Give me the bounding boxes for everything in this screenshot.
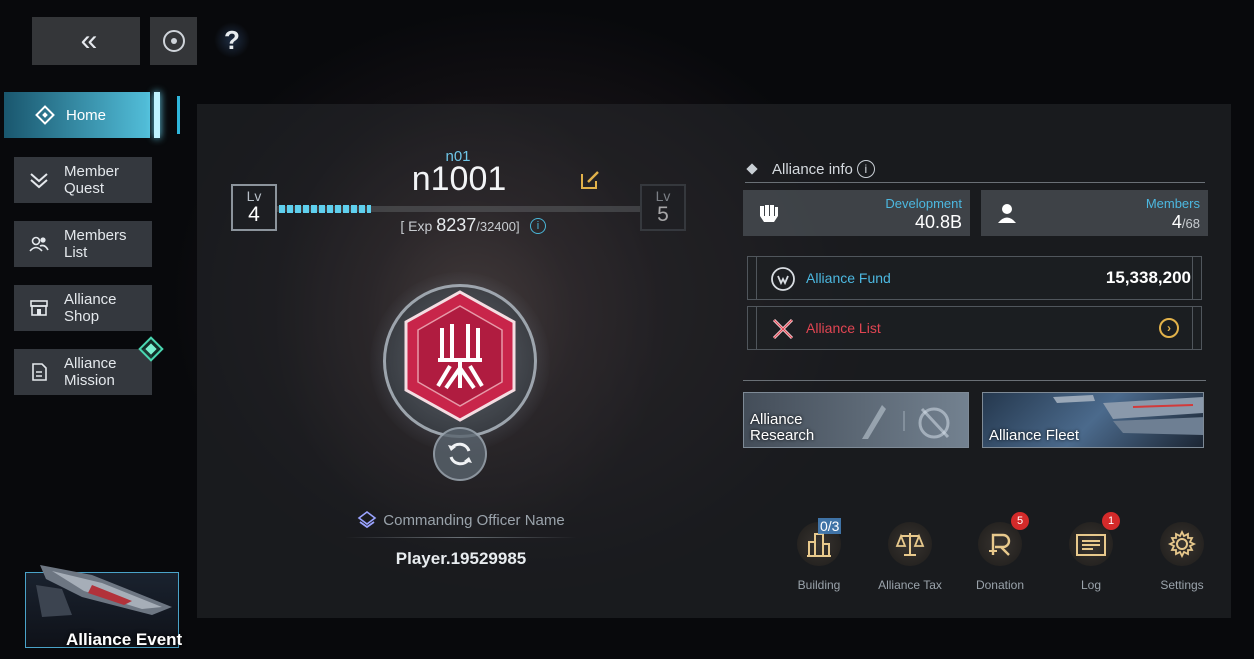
- fist-icon: [760, 205, 778, 222]
- exp-max: /32400]: [476, 219, 520, 234]
- sidebar-item-members-list[interactable]: Members List: [14, 221, 152, 267]
- alliance-research-label: Alliance Research: [750, 411, 815, 444]
- building-count: 0/3: [818, 518, 842, 534]
- document-icon: [14, 362, 64, 382]
- sidebar-item-label: Home: [66, 106, 107, 124]
- crossed-swords-icon: [772, 318, 794, 340]
- level-label: Lv: [655, 188, 671, 204]
- divider: [345, 537, 577, 538]
- members-label: Members: [1145, 196, 1200, 211]
- exp-info-icon[interactable]: i: [530, 218, 546, 234]
- members-value: 4/68: [1171, 212, 1200, 232]
- sidebar-item-member-quest[interactable]: Member Quest: [14, 157, 152, 203]
- development-label: Development: [885, 196, 962, 211]
- exp-current: 8237: [436, 215, 477, 235]
- exp-text: [ Exp 8237/32400]: [370, 215, 550, 236]
- building-label: Building: [797, 578, 841, 592]
- refresh-icon: [448, 442, 472, 466]
- alliance-fleet-label: Alliance Fleet: [989, 427, 1080, 444]
- sidebar-item-label: Member Quest: [64, 163, 120, 197]
- development-value: 40.8B: [914, 212, 962, 232]
- alliance-tax-button[interactable]: Alliance Tax: [875, 522, 945, 592]
- current-level-box: Lv 4: [231, 184, 277, 231]
- next-level: 5: [657, 203, 669, 226]
- alliance-fund-label: Alliance Fund: [806, 270, 891, 286]
- donation-badge: 5: [1011, 512, 1029, 530]
- current-level: 4: [248, 203, 260, 226]
- alliance-fund-row[interactable]: Alliance Fund 15,338,200: [747, 256, 1202, 300]
- alliance-name: n1001: [411, 160, 507, 198]
- settings-label: Settings: [1160, 578, 1204, 592]
- donation-icon: [989, 533, 1011, 556]
- change-emblem-button[interactable]: [433, 427, 487, 481]
- active-indicator-line: [177, 96, 180, 134]
- arrow-right-icon[interactable]: ›: [1159, 318, 1179, 338]
- donation-label: Donation: [975, 578, 1025, 592]
- research-icon: [862, 405, 950, 439]
- next-level-box: Lv 5: [640, 184, 686, 231]
- double-chevron-left-icon: «: [80, 24, 98, 57]
- alliance-list-label: Alliance List: [806, 320, 881, 336]
- edit-icon[interactable]: [578, 168, 602, 192]
- commanding-officer-label: Commanding Officer Name: [345, 510, 577, 530]
- rank-chevron-icon: [357, 511, 377, 529]
- target-icon: [162, 30, 185, 52]
- alliance-fund-value: 15,338,200: [1105, 268, 1191, 287]
- sidebar-item-label: Alliance Shop: [64, 291, 117, 325]
- log-icon: [1076, 534, 1106, 556]
- alliance-fleet-card[interactable]: Alliance Fleet: [982, 392, 1204, 448]
- divider: [743, 380, 1206, 381]
- bullet-icon: [746, 163, 758, 175]
- scales-icon: [895, 533, 925, 556]
- exp-prefix: [ Exp: [400, 218, 437, 234]
- development-stat: Development 40.8B: [743, 190, 970, 236]
- alliance-research-card[interactable]: Alliance Research: [743, 392, 969, 448]
- building-icon: [807, 533, 831, 557]
- shop-icon: [14, 299, 64, 317]
- building-button[interactable]: 0/3 Building: [784, 518, 854, 592]
- question-icon: ?: [224, 24, 240, 55]
- sidebar-item-label: Members List: [64, 227, 127, 261]
- back-button[interactable]: «: [32, 17, 140, 65]
- chevrons-down-icon: [14, 171, 64, 189]
- sidebar-item-alliance-shop[interactable]: Alliance Shop: [14, 285, 152, 331]
- level-label: Lv: [246, 188, 262, 204]
- level-progress-fill: [279, 205, 371, 213]
- fund-icon: [771, 267, 795, 291]
- gear-icon: [1167, 529, 1197, 559]
- log-label: Log: [1080, 578, 1102, 592]
- alliance-tax-label: Alliance Tax: [878, 578, 942, 592]
- log-badge: 1: [1102, 512, 1120, 530]
- divider: [745, 182, 1205, 183]
- sidebar-item-home[interactable]: Home: [4, 92, 180, 138]
- info-icon[interactable]: i: [856, 160, 875, 178]
- person-icon: [998, 204, 1016, 223]
- sidebar-item-label: Alliance Mission: [64, 355, 117, 389]
- help-button[interactable]: ?: [214, 22, 250, 58]
- spaceship-icon: [36, 565, 172, 617]
- alliance-info-heading: Alliance info i: [746, 160, 875, 178]
- settings-button[interactable]: Settings: [1147, 522, 1217, 592]
- commanding-officer-name[interactable]: Player.19529985: [345, 549, 577, 569]
- active-indicator: [154, 92, 160, 138]
- alliance-list-row[interactable]: Alliance List ›: [747, 306, 1202, 350]
- diamond-icon: [35, 105, 55, 125]
- members-stat: Members 4/68: [981, 190, 1208, 236]
- users-icon: [14, 235, 64, 253]
- alliance-event-label: Alliance Event: [66, 630, 183, 649]
- sidebar-item-alliance-mission[interactable]: Alliance Mission: [14, 349, 152, 395]
- log-button[interactable]: 1 Log: [1056, 512, 1126, 592]
- donation-button[interactable]: 5 Donation: [965, 512, 1035, 592]
- target-button[interactable]: [150, 17, 197, 65]
- alliance-emblem-icon[interactable]: [398, 288, 522, 424]
